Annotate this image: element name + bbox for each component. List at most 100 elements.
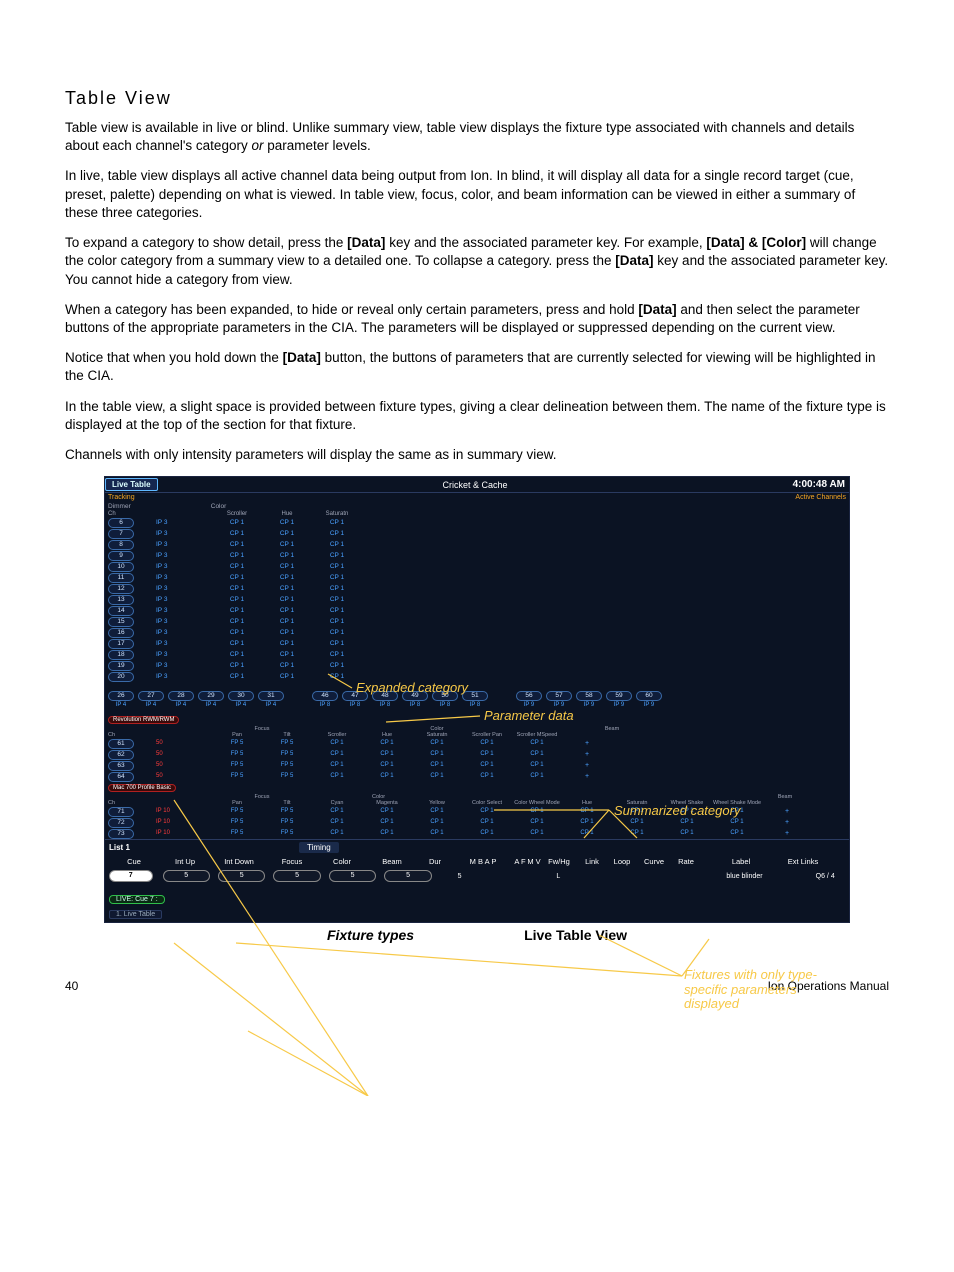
table-row[interactable]: 15 IP 3 CP 1CP 1CP 1 — [105, 616, 849, 627]
channel-pill[interactable]: 10 — [108, 562, 134, 572]
para2: In live, table view displays all active … — [65, 167, 889, 222]
table-row[interactable]: 63 50 FP 5FP 5 CP 1CP 1CP 1CP 1CP 1 + — [105, 760, 849, 771]
col-head: Dur — [417, 857, 453, 866]
col-head: Int Up — [159, 857, 211, 866]
table-row[interactable]: 61 50 FP 5FP 5 CP 1CP 1CP 1CP 1CP 1 + — [105, 738, 849, 749]
channel-pill[interactable]: 11 — [108, 573, 134, 583]
table-row[interactable]: 62 50 FP 5FP 5 CP 1CP 1CP 1CP 1CP 1 + — [105, 749, 849, 760]
col-head: Cue — [109, 857, 159, 866]
channel-column[interactable]: 26IP 4 — [109, 691, 133, 708]
table-row[interactable]: 16 IP 3 CP 1CP 1CP 1 — [105, 627, 849, 638]
channel-pill[interactable]: 8 — [108, 540, 134, 550]
fixture-label-revolution: Revolution RWM/RWM — [108, 716, 179, 724]
table-row[interactable]: 12 IP 3 CP 1CP 1CP 1 — [105, 583, 849, 594]
table-row[interactable]: 72 IP 10 FP 5FP 5 CP 1CP 1CP 1CP 1CP 1 C… — [105, 817, 849, 828]
col-head: M V — [527, 857, 541, 866]
col-head: Color — [317, 857, 367, 866]
channel-pill[interactable]: 7 — [108, 529, 134, 539]
list-column-heads: CueInt UpInt DownFocusColorBeamDurM B A … — [105, 855, 849, 868]
channel-column[interactable]: 49IP 8 — [403, 691, 427, 708]
channel-pill[interactable]: 18 — [108, 650, 134, 660]
channel-column[interactable]: 27IP 4 — [139, 691, 163, 708]
table-row[interactable]: 64 50 FP 5FP 5 CP 1CP 1CP 1CP 1CP 1 + — [105, 771, 849, 782]
col-head: Focus — [267, 857, 317, 866]
list-name: List 1 — [109, 843, 209, 852]
table-row[interactable]: 73 IP 10 FP 5FP 5 CP 1CP 1CP 1CP 1CP 1 C… — [105, 828, 849, 839]
channel-pill[interactable]: 19 — [108, 661, 134, 671]
channel-pill[interactable]: 12 — [108, 584, 134, 594]
channel-column[interactable]: 30IP 4 — [229, 691, 253, 708]
live-table-screenshot: Live Table Cricket & Cache 4:00:48 AM Tr… — [104, 476, 850, 923]
table-row[interactable]: 19 IP 3 CP 1CP 1CP 1 — [105, 660, 849, 671]
list-header: List 1 Timing — [105, 839, 849, 855]
view-tab[interactable]: 1. Live Table — [109, 910, 162, 919]
intensity-strip: 26IP 4 27IP 4 28IP 4 29IP 4 30IP 4 31IP … — [105, 688, 849, 714]
status-row: Tracking Active Channels — [105, 493, 849, 502]
table-row[interactable]: 71 IP 10 FP 5FP 5 CP 1CP 1CP 1CP 1CP 1 C… — [105, 806, 849, 817]
caption-fixture-types: Fixture types — [327, 927, 414, 943]
channel-column[interactable]: 28IP 4 — [169, 691, 193, 708]
col-head: Label — [701, 857, 781, 866]
col-head: Fw/Hg — [541, 857, 577, 866]
col-head: Loop — [607, 857, 637, 866]
channel-column[interactable]: 48IP 8 — [373, 691, 397, 708]
live-cue-indicator: LIVE: Cue 7 : — [109, 895, 165, 904]
clock: 4:00:48 AM — [793, 479, 849, 490]
fixture-label-mac700: Mac 700 Profile Basic — [108, 784, 176, 792]
tracking-label: Tracking — [108, 494, 135, 501]
table-row[interactable]: 17 IP 3 CP 1CP 1CP 1 — [105, 638, 849, 649]
table-row[interactable]: 14 IP 3 CP 1CP 1CP 1 — [105, 605, 849, 616]
channel-column[interactable]: 58IP 9 — [577, 691, 601, 708]
channel-column[interactable]: 50IP 8 — [433, 691, 457, 708]
channel-column[interactable]: 59IP 9 — [607, 691, 631, 708]
channel-pill[interactable]: 17 — [108, 639, 134, 649]
col-head: M B A P — [453, 857, 513, 866]
col-head: Link — [577, 857, 607, 866]
channel-pill[interactable]: 9 — [108, 551, 134, 561]
col-head: Int Down — [211, 857, 267, 866]
cue-row[interactable]: 7 5 5 5 5 5 5 L blue blinder Q6 / 4 — [105, 868, 849, 884]
page-footer: 40 Ion Operations Manual — [65, 979, 889, 1023]
col-head: A F — [513, 857, 527, 866]
table-row[interactable]: 11 IP 3 CP 1CP 1CP 1 — [105, 572, 849, 583]
channel-column[interactable]: 46IP 8 — [313, 691, 337, 708]
channel-pill[interactable]: 13 — [108, 595, 134, 605]
table-row[interactable]: 6 IP 3 CP 1CP 1CP 1 — [105, 517, 849, 528]
table-row[interactable]: 18 IP 3 CP 1CP 1CP 1 — [105, 649, 849, 660]
table-row[interactable]: 9 IP 3 CP 1CP 1CP 1 — [105, 550, 849, 561]
screen-footer: LIVE: Cue 7 : — [105, 892, 849, 907]
para1: Table view is available in live or blind… — [65, 119, 889, 155]
active-channels-label: Active Channels — [795, 494, 846, 501]
channel-pill[interactable]: 16 — [108, 628, 134, 638]
channel-column[interactable]: 60IP 9 — [637, 691, 661, 708]
col-head: Rate — [671, 857, 701, 866]
page-number: 40 — [65, 979, 78, 993]
figure-captions: Fixture types Live Table View — [65, 927, 889, 943]
channel-column[interactable]: 29IP 4 — [199, 691, 223, 708]
section-heading: Table View — [65, 88, 889, 109]
channel-column[interactable]: 47IP 8 — [343, 691, 367, 708]
channel-column[interactable]: 31IP 4 — [259, 691, 283, 708]
show-title: Cricket & Cache — [158, 480, 793, 490]
channel-pill[interactable]: 20 — [108, 672, 134, 682]
dimmer-headers: Dimmer Color — [105, 502, 849, 511]
manual-title: Ion Operations Manual — [768, 979, 889, 993]
para5: Notice that when you hold down the [Data… — [65, 349, 889, 385]
col-head: Ext Links — [781, 857, 825, 866]
table-row[interactable]: 8 IP 3 CP 1CP 1CP 1 — [105, 539, 849, 550]
live-table-tab[interactable]: Live Table — [105, 478, 158, 491]
col-head: Curve — [637, 857, 671, 866]
timing-tab[interactable]: Timing — [299, 842, 339, 853]
channel-column[interactable]: 56IP 9 — [517, 691, 541, 708]
para4: When a category has been expanded, to hi… — [65, 301, 889, 337]
table-row[interactable]: 20 IP 3 CP 1CP 1CP 1 — [105, 671, 849, 682]
channel-column[interactable]: 51IP 8 — [463, 691, 487, 708]
channel-pill[interactable]: 6 — [108, 518, 134, 528]
table-row[interactable]: 10 IP 3 CP 1CP 1CP 1 — [105, 561, 849, 572]
table-row[interactable]: 7 IP 3 CP 1CP 1CP 1 — [105, 528, 849, 539]
channel-pill[interactable]: 14 — [108, 606, 134, 616]
channel-pill[interactable]: 15 — [108, 617, 134, 627]
table-row[interactable]: 13 IP 3 CP 1CP 1CP 1 — [105, 594, 849, 605]
channel-column[interactable]: 57IP 9 — [547, 691, 571, 708]
para7: Channels with only intensity parameters … — [65, 446, 889, 464]
